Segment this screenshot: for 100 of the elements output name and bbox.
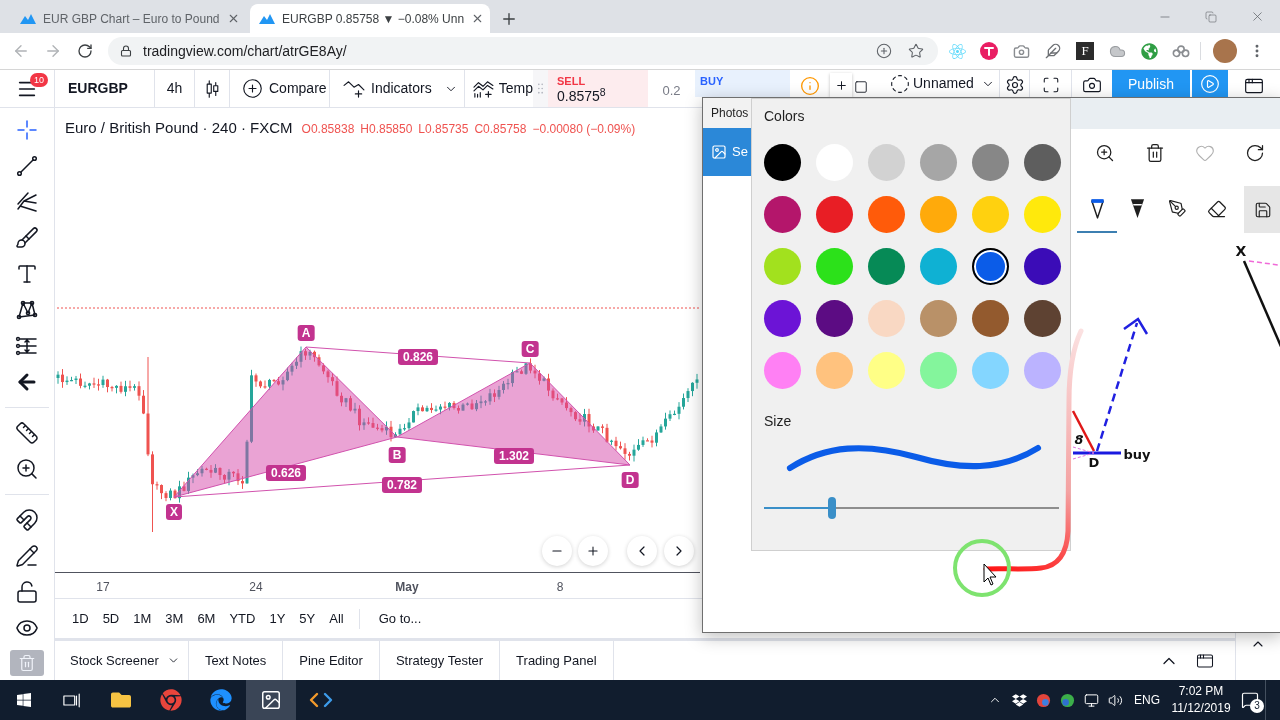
color-swatch[interactable] xyxy=(816,196,853,233)
fullscreen-icon[interactable] xyxy=(1041,76,1060,94)
pattern-icon[interactable] xyxy=(15,298,39,322)
globe-icon[interactable] xyxy=(1140,42,1158,60)
trash-icon[interactable] xyxy=(1145,142,1165,163)
range-button[interactable]: 5Y xyxy=(292,608,323,629)
add-icon[interactable] xyxy=(876,43,892,59)
color-swatch[interactable] xyxy=(868,352,905,389)
color-swatch[interactable] xyxy=(1024,144,1061,181)
extension-logo-icon[interactable] xyxy=(980,42,998,60)
color-swatch[interactable] xyxy=(868,300,905,337)
color-swatch[interactable] xyxy=(920,196,957,233)
color-swatch[interactable] xyxy=(816,248,853,285)
language-indicator[interactable]: ENG xyxy=(1127,680,1167,720)
taskbar-app[interactable] xyxy=(246,680,296,720)
color-swatch[interactable] xyxy=(868,248,905,285)
sell-button[interactable]: SELL 0.8575$^{8}$ xyxy=(548,70,648,107)
indicators-button[interactable]: Indicators xyxy=(330,70,465,107)
go-to-button[interactable]: Go to... xyxy=(371,608,429,629)
range-button[interactable]: 1M xyxy=(126,608,159,629)
color-swatch[interactable] xyxy=(764,352,801,389)
scroll-left-button[interactable] xyxy=(627,536,657,566)
layout-name-button[interactable]: Unnamed xyxy=(870,70,995,97)
play-button[interactable] xyxy=(1192,70,1228,97)
brush-icon[interactable] xyxy=(15,226,39,250)
magnet-icon[interactable] xyxy=(15,508,39,532)
templates-button[interactable]: Temp xyxy=(465,70,533,107)
color-swatch[interactable] xyxy=(1024,300,1061,337)
maximize-panel-icon[interactable] xyxy=(1195,651,1215,670)
scroll-right-button[interactable] xyxy=(664,536,694,566)
feather-icon[interactable] xyxy=(1045,43,1061,59)
color-swatch[interactable] xyxy=(868,196,905,233)
dropbox-icon[interactable] xyxy=(1011,692,1027,708)
candles-icon[interactable] xyxy=(205,78,219,99)
pencil-icon[interactable] xyxy=(15,544,39,568)
camera-icon[interactable] xyxy=(1082,75,1102,95)
symbol-button[interactable]: EURGBP xyxy=(55,70,155,107)
save-button[interactable] xyxy=(1244,186,1280,233)
clock[interactable]: 7:02 PM 11/12/2019 xyxy=(1167,680,1235,720)
nav-item[interactable]: Se xyxy=(703,128,751,176)
ruler-icon[interactable] xyxy=(15,421,39,445)
browser-tab[interactable]: EURGBP 0.85758 ▼ −0.08% Unn xyxy=(250,4,490,33)
bookmark-star-icon[interactable] xyxy=(908,43,924,59)
slider-thumb[interactable] xyxy=(827,497,836,519)
color-swatch[interactable] xyxy=(1024,352,1061,389)
range-button[interactable]: 1Y xyxy=(262,608,293,629)
panel-icon[interactable] xyxy=(1243,76,1265,96)
color-swatch[interactable] xyxy=(764,300,801,337)
compare-button[interactable]: Compare xyxy=(230,70,330,107)
color-swatch[interactable] xyxy=(764,196,801,233)
volume-icon[interactable] xyxy=(1107,692,1123,708)
color-swatch[interactable] xyxy=(972,144,1009,181)
range-button[interactable]: All xyxy=(322,608,351,629)
settings-icon[interactable] xyxy=(1004,75,1025,95)
zoom-in-icon[interactable] xyxy=(15,457,39,481)
pitchfork-icon[interactable] xyxy=(15,190,39,214)
color-swatch[interactable] xyxy=(972,300,1009,337)
crosshair-icon[interactable] xyxy=(15,118,39,142)
square-icon[interactable] xyxy=(854,80,868,94)
color-swatch[interactable] xyxy=(972,352,1009,389)
color-swatch[interactable] xyxy=(920,144,957,181)
interval-button[interactable]: 4h xyxy=(155,70,195,107)
task-view-icon[interactable] xyxy=(63,692,81,708)
color-swatch[interactable] xyxy=(816,352,853,389)
color-swatch[interactable] xyxy=(972,248,1009,285)
tray-app-icon[interactable] xyxy=(1059,692,1075,708)
color-swatch[interactable] xyxy=(764,144,801,181)
color-swatch[interactable] xyxy=(816,300,853,337)
size-slider[interactable] xyxy=(764,497,1059,519)
color-swatch[interactable] xyxy=(1024,196,1061,233)
color-swatch[interactable] xyxy=(868,144,905,181)
rotate-icon[interactable] xyxy=(1245,142,1265,163)
lock-icon[interactable] xyxy=(15,580,39,604)
range-button[interactable]: 6M xyxy=(190,608,223,629)
linked-circles-icon[interactable] xyxy=(1172,44,1190,58)
windows-logo-icon[interactable] xyxy=(16,692,32,708)
address-bar[interactable]: tradingview.com/chart/atrGE8Ay/ xyxy=(108,37,938,65)
extension-tile[interactable]: F xyxy=(1076,42,1094,60)
browser-tab[interactable]: EUR GBP Chart – Euro to Pound xyxy=(10,4,248,33)
zoom-in-button[interactable] xyxy=(578,536,608,566)
projection-icon[interactable] xyxy=(15,334,39,358)
color-swatch[interactable] xyxy=(764,248,801,285)
color-swatch[interactable] xyxy=(920,352,957,389)
notifications-icon[interactable] xyxy=(1241,691,1259,709)
range-button[interactable]: 3M xyxy=(158,608,191,629)
zoom-in-icon[interactable] xyxy=(1095,142,1115,163)
network-icon[interactable] xyxy=(1083,692,1099,708)
trend-line-icon[interactable] xyxy=(15,154,39,178)
range-button[interactable]: 5D xyxy=(95,608,127,629)
range-button[interactable]: 1D xyxy=(65,608,96,629)
add-button[interactable] xyxy=(830,73,852,97)
color-swatch[interactable] xyxy=(972,196,1009,233)
text-tool-icon[interactable] xyxy=(15,262,39,286)
reload-icon[interactable] xyxy=(77,43,93,59)
buy-button[interactable]: BUY xyxy=(695,70,790,97)
tray-app-icon[interactable] xyxy=(1035,692,1051,708)
color-swatch[interactable] xyxy=(920,248,957,285)
color-swatch[interactable] xyxy=(920,300,957,337)
color-swatch[interactable] xyxy=(1024,248,1061,285)
range-button[interactable]: YTD xyxy=(222,608,263,629)
